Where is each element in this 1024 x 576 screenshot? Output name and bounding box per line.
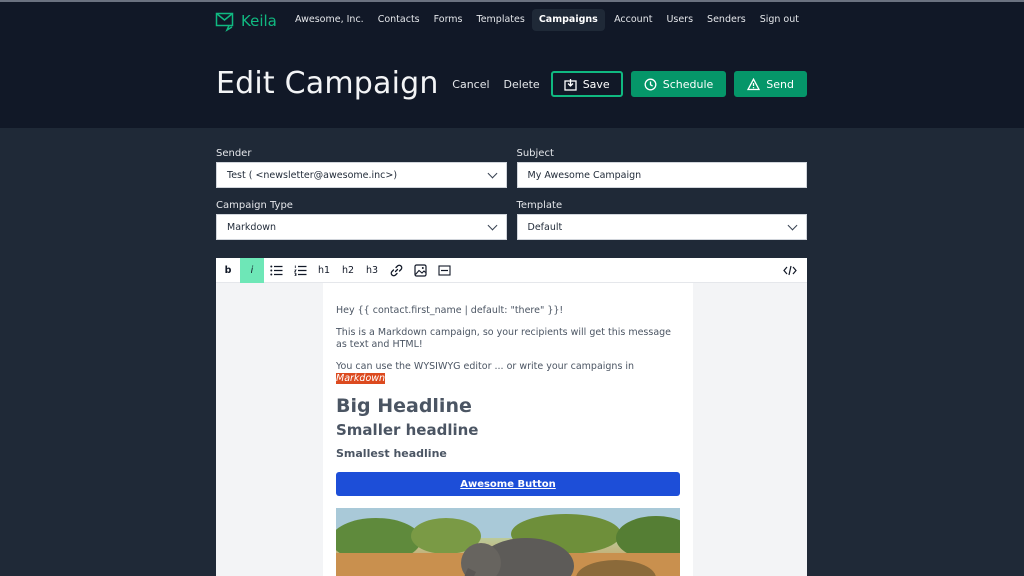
app-header: Keila Awesome, Inc. Contacts Forms Templ… xyxy=(0,2,1024,128)
page-title: Edit Campaign xyxy=(216,66,439,101)
subject-value: My Awesome Campaign xyxy=(527,169,642,181)
subject-input[interactable]: My Awesome Campaign xyxy=(516,162,807,188)
awesome-button[interactable]: Awesome Button xyxy=(336,472,680,496)
markdown-highlight: Markdown xyxy=(336,373,386,384)
nav-item-sign-out[interactable]: Sign out xyxy=(753,9,806,31)
wysiwyg-paragraph: You can use the WYSIWYG editor ... or wr… xyxy=(336,361,680,385)
smallest-headline: Smallest headline xyxy=(336,447,447,460)
subject-label: Subject xyxy=(516,148,554,159)
campaign-type-label: Campaign Type xyxy=(216,200,293,211)
numbered-list-button[interactable] xyxy=(288,258,312,283)
nav-item-forms[interactable]: Forms xyxy=(427,9,470,31)
email-preview[interactable]: Hey {{ contact.first_name | default: "th… xyxy=(323,283,693,576)
campaign-actions: Cancel Delete Save Schedule Send xyxy=(449,71,807,97)
image-button[interactable] xyxy=(408,258,432,283)
nav-item-senders[interactable]: Senders xyxy=(700,9,753,31)
account-nav: Account Users Senders Sign out xyxy=(607,9,806,31)
editor-canvas: Hey {{ contact.first_name | default: "th… xyxy=(216,283,807,576)
sender-select[interactable]: Test ( <newsletter@awesome.inc>) xyxy=(216,162,507,188)
sender-field: Sender Test ( <newsletter@awesome.inc>) xyxy=(216,148,507,188)
nav-item-awesome-inc[interactable]: Awesome, Inc. xyxy=(288,9,371,31)
nav-item-templates[interactable]: Templates xyxy=(470,9,532,31)
greeting-text: Hey {{ contact.first_name | default: "th… xyxy=(336,305,564,316)
divider-button[interactable] xyxy=(432,258,456,283)
sender-label: Sender xyxy=(216,148,252,159)
save-icon xyxy=(564,78,577,91)
subject-field: Subject My Awesome Campaign xyxy=(516,148,807,188)
save-label: Save xyxy=(582,77,610,91)
cancel-button[interactable]: Cancel xyxy=(449,78,492,91)
template-value: Default xyxy=(527,221,563,233)
code-view-icon xyxy=(783,265,797,276)
campaign-type-field: Campaign Type Markdown xyxy=(216,200,507,240)
divider-icon xyxy=(437,264,451,276)
elephant-photo xyxy=(336,508,680,576)
save-button[interactable]: Save xyxy=(550,71,623,97)
send-button[interactable]: Send xyxy=(734,71,807,97)
heading2-button[interactable]: h2 xyxy=(336,258,360,283)
smaller-headline: Smaller headline xyxy=(336,421,479,439)
schedule-label: Schedule xyxy=(662,77,714,91)
numbered-list-icon xyxy=(293,265,306,276)
template-label: Template xyxy=(516,200,563,211)
editor-toolbar: b i h1 h2 h3 xyxy=(216,257,807,283)
bullet-list-icon xyxy=(269,265,282,275)
brand-logo[interactable]: Keila xyxy=(215,10,277,32)
template-select[interactable]: Default xyxy=(516,214,807,240)
code-view-button[interactable] xyxy=(778,258,802,283)
chevron-down-icon xyxy=(787,220,798,230)
link-button[interactable] xyxy=(384,258,408,283)
bullet-list-button[interactable] xyxy=(264,258,288,283)
nav-item-users[interactable]: Users xyxy=(659,9,700,31)
clock-icon xyxy=(644,78,657,90)
wysiwyg-text: You can use the WYSIWYG editor ... or wr… xyxy=(336,361,635,372)
delete-button[interactable]: Delete xyxy=(501,78,543,91)
link-icon xyxy=(390,264,402,276)
image-icon xyxy=(413,263,427,277)
template-field: Template Default xyxy=(516,200,807,240)
main-nav: Awesome, Inc. Contacts Forms Templates C… xyxy=(288,9,605,31)
nav-item-account[interactable]: Account xyxy=(607,9,659,31)
schedule-button[interactable]: Schedule xyxy=(630,71,727,97)
nav-item-contacts[interactable]: Contacts xyxy=(371,9,427,31)
italic-button[interactable]: i xyxy=(240,257,264,283)
heading1-button[interactable]: h1 xyxy=(312,258,336,283)
nav-item-campaigns[interactable]: Campaigns xyxy=(531,9,605,31)
elephant-image xyxy=(336,508,680,576)
chevron-down-icon xyxy=(487,168,497,178)
big-headline: Big Headline xyxy=(336,395,472,417)
brand-name: Keila xyxy=(241,12,277,30)
envelope-logo-icon xyxy=(215,12,234,32)
heading3-button[interactable]: h3 xyxy=(360,258,384,283)
intro-text: This is a Markdown campaign, so your rec… xyxy=(336,327,672,350)
bold-button[interactable]: b xyxy=(216,258,240,283)
chevron-down-icon xyxy=(487,220,497,230)
campaign-type-value: Markdown xyxy=(227,221,277,233)
sender-value: Test ( <newsletter@awesome.inc>) xyxy=(227,169,398,181)
send-label: Send xyxy=(766,77,794,91)
campaign-type-select[interactable]: Markdown xyxy=(216,214,507,240)
campaign-settings-form: Sender Test ( <newsletter@awesome.inc>) … xyxy=(216,148,807,252)
warning-icon xyxy=(747,77,761,90)
